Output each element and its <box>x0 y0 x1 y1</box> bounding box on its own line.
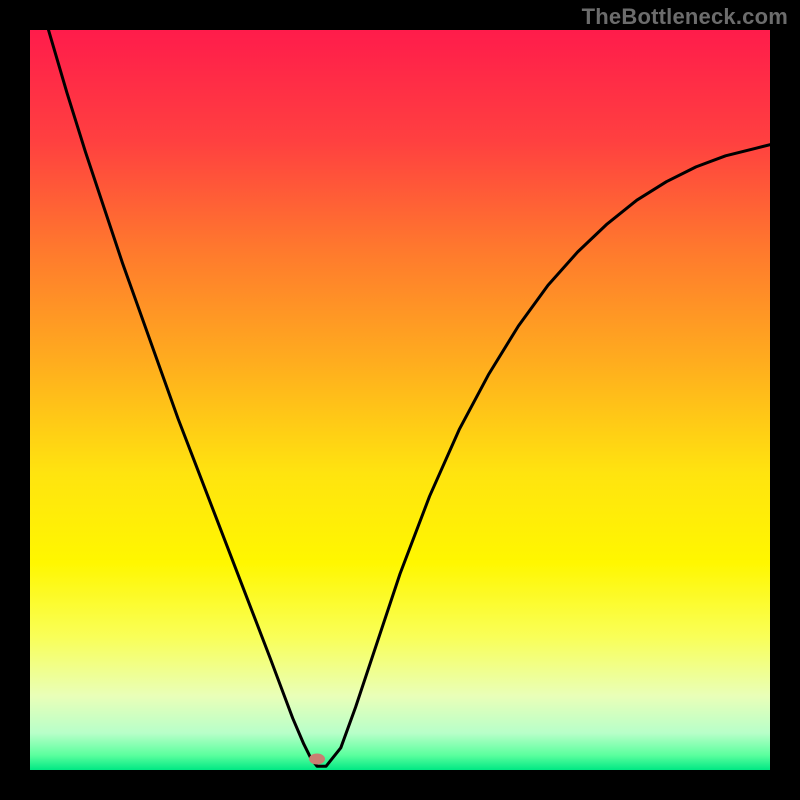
bottleneck-curve <box>30 30 770 770</box>
current-point-marker <box>309 753 325 764</box>
watermark-text: TheBottleneck.com <box>582 4 788 30</box>
plot-area <box>30 30 770 770</box>
chart-container: TheBottleneck.com <box>0 0 800 800</box>
